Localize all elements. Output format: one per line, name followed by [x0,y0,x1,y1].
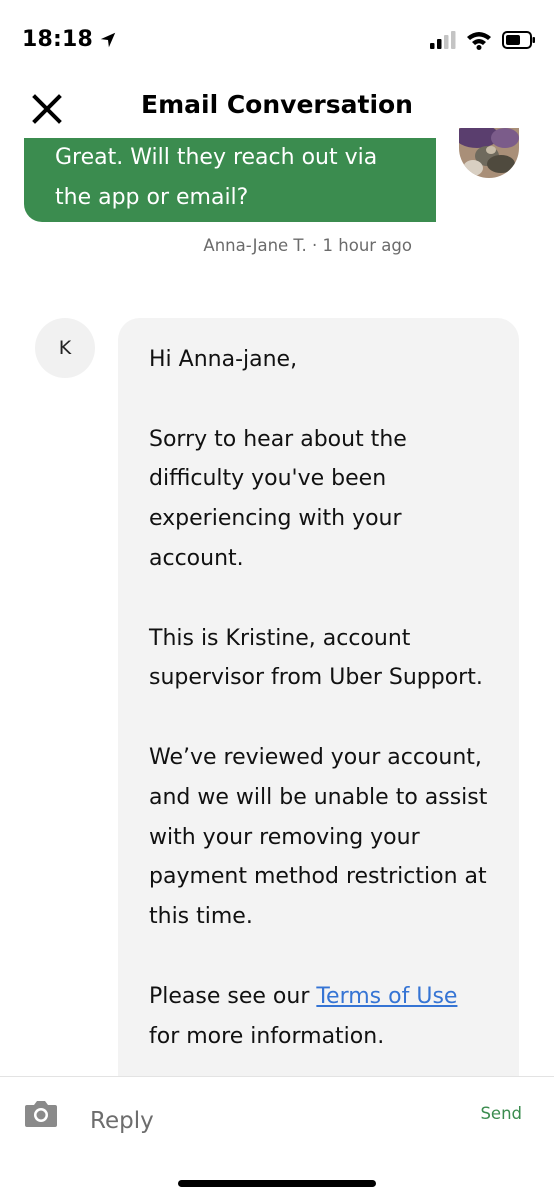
outgoing-message-bubble: Great. Will they reach out via the app o… [24,138,436,222]
message-line: supervisor from Uber Support. [149,665,483,691]
reply-input[interactable] [80,1099,410,1143]
message-line: difficulty you've been [149,466,387,492]
message-paragraph: We’ve reviewed your account, and we will… [149,738,499,937]
avatar-initial: K [58,337,72,359]
message-paragraph: This is Kristine, account supervisor fro… [149,619,499,699]
message-line: payment method restriction at [149,864,487,890]
support-avatar: K [35,318,95,378]
wifi-icon [467,32,491,50]
message-paragraph: Sorry to hear about the difficulty you'v… [149,420,499,579]
message-paragraph: Please see our Terms of Use for more inf… [149,977,499,1057]
message-meta: Anna-Jane T. · 1 hour ago [203,236,412,255]
closing-prefix: Please see our [149,983,317,1009]
message-line: Hi Anna-jane, [149,347,298,372]
message-line: account. [149,545,244,571]
page-title: Email Conversation [141,90,413,119]
message-paragraph: Hi Anna-jane, [149,340,499,380]
message-line: for more information. [149,1023,385,1049]
status-time: 18:18 [22,27,117,52]
message-line: We’ve reviewed your account, [149,744,482,770]
message-line: experiencing with your [149,506,402,532]
message-line: with your removing your [149,824,420,850]
message-line: Sorry to hear about the [149,426,407,452]
outgoing-message-line: Great. Will they reach out via [55,145,378,170]
camera-icon[interactable] [24,1098,58,1128]
terms-of-use-link[interactable]: Terms of Use [316,984,457,1009]
status-time-text: 18:18 [22,27,94,52]
home-indicator[interactable] [178,1180,376,1187]
incoming-message-bubble: Hi Anna-jane, Sorry to hear about the di… [118,318,519,1118]
outgoing-message-line: the app or email? [55,185,249,210]
message-line: this time. [149,904,253,930]
message-line: Please see our Terms of Use [149,977,499,1017]
status-icons [430,30,536,50]
user-avatar [459,128,519,178]
message-line: and we will be unable to assist [149,784,488,810]
battery-icon [502,31,535,49]
email-conversation-screen: 18:18 Email Conversation Great. Will the… [0,0,554,1200]
message-line: This is Kristine, account [149,625,411,651]
send-button[interactable]: Send [480,1104,522,1123]
cellular-signal-icon [430,31,456,49]
location-arrow-icon [100,32,116,47]
